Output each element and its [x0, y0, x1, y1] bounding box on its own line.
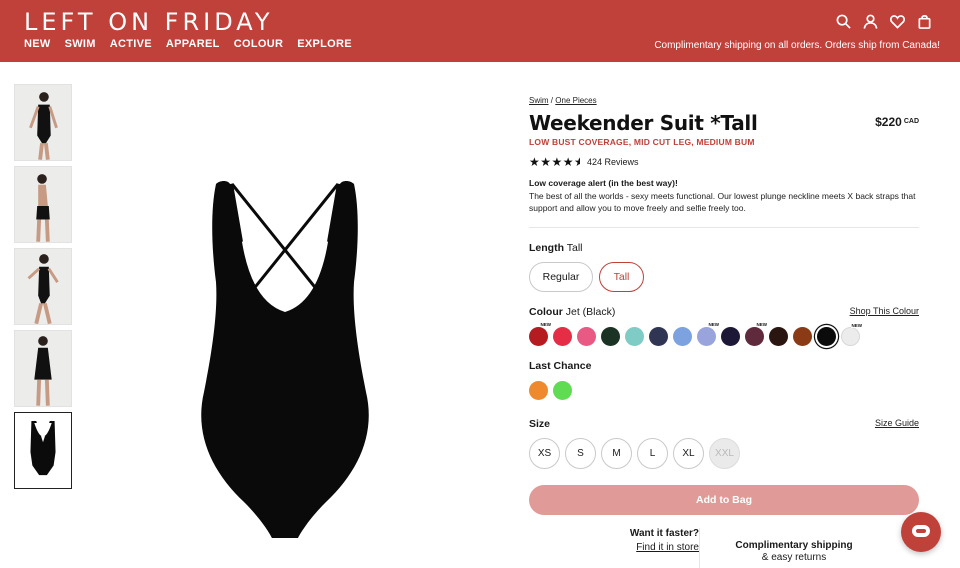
colour-header: Colour Jet (Black) Shop This Colour — [529, 306, 919, 318]
colour-swatch[interactable] — [649, 327, 668, 346]
title-row: Weekender Suit *Tall $220 CAD — [529, 111, 919, 135]
size-label: Size — [529, 418, 551, 430]
nav-item-swim[interactable]: SWIM — [65, 38, 96, 50]
divider — [529, 227, 919, 228]
thumbnail-5-selected[interactable] — [14, 412, 72, 489]
thumbnail-2[interactable] — [14, 166, 72, 243]
find-in-store: Want it faster? Find it in store — [529, 528, 699, 553]
breadcrumb-one-pieces[interactable]: One Pieces — [555, 96, 596, 105]
thumbnail-3[interactable] — [14, 248, 72, 325]
last-chance-swatch[interactable] — [529, 381, 548, 400]
nav-item-apparel[interactable]: APPAREL — [166, 38, 220, 50]
last-chance-swatch[interactable] — [553, 381, 572, 400]
shipping-title: Complimentary shipping — [735, 540, 853, 551]
product-info: Swim / One Pieces Weekender Suit *Tall $… — [529, 96, 919, 515]
find-in-store-link[interactable]: Find it in store — [529, 542, 699, 553]
colour-label: Colour Jet (Black) — [529, 306, 615, 318]
main-nav: NEW SWIM ACTIVE APPAREL COLOUR EXPLORE — [24, 38, 352, 50]
product-coverage: LOW BUST COVERAGE, MID CUT LEG, MEDIUM B… — [529, 137, 755, 147]
coverage-alert: Low coverage alert (in the best way)! — [529, 178, 678, 188]
thumbnail-gallery — [14, 84, 74, 494]
nav-item-colour[interactable]: COLOUR — [234, 38, 283, 50]
last-chance-swatches — [529, 381, 919, 400]
colour-swatch[interactable] — [769, 327, 788, 346]
size-option-xs[interactable]: XS — [529, 438, 560, 469]
colour-value: Jet (Black) — [565, 306, 616, 318]
colour-swatch[interactable]: NEW — [841, 323, 863, 346]
bag-icon[interactable] — [917, 14, 932, 29]
price-value: $220 — [875, 115, 902, 129]
length-label: Length Tall — [529, 242, 919, 254]
size-option-s[interactable]: S — [565, 438, 596, 469]
size-header: Size Size Guide — [529, 418, 919, 430]
size-option-xl[interactable]: XL — [673, 438, 704, 469]
length-option-regular[interactable]: Regular — [529, 262, 593, 292]
shop-this-colour-link[interactable]: Shop This Colour — [850, 306, 919, 318]
colour-swatches: NEW NEW NEW NEW — [529, 322, 919, 346]
length-label-text: Length — [529, 242, 564, 254]
colour-swatch[interactable] — [625, 327, 644, 346]
size-option-m[interactable]: M — [601, 438, 632, 469]
chat-button[interactable] — [901, 512, 941, 552]
colour-label-text: Colour — [529, 306, 563, 318]
price-currency: CAD — [903, 118, 919, 125]
breadcrumb-separator: / — [550, 96, 554, 105]
thumbnail-4[interactable] — [14, 330, 72, 407]
logo[interactable]: LEFT ON FRIDAY — [24, 8, 274, 36]
site-header: LEFT ON FRIDAY NEW SWIM ACTIVE APPAREL C… — [0, 0, 960, 62]
returns-text: & easy returns — [761, 552, 827, 563]
new-badge: NEW — [707, 322, 720, 327]
thumbnail-1[interactable] — [14, 84, 72, 161]
colour-swatch[interactable]: NEW — [697, 322, 720, 346]
size-option-l[interactable]: L — [637, 438, 668, 469]
new-badge: NEW — [539, 322, 552, 327]
shipping-info: Complimentary shipping & easy returns — [719, 540, 869, 563]
star-rating-icon: ★★★★★ — [529, 155, 581, 169]
account-icon[interactable] — [863, 14, 878, 29]
colour-swatch[interactable] — [721, 327, 740, 346]
chat-icon — [912, 525, 930, 537]
length-option-tall[interactable]: Tall — [599, 262, 644, 292]
size-guide-link[interactable]: Size Guide — [875, 418, 919, 430]
length-options: Regular Tall — [529, 262, 919, 292]
breadcrumb: Swim / One Pieces — [529, 96, 919, 105]
delivery-divider — [699, 528, 700, 568]
colour-swatch[interactable]: NEW — [745, 322, 768, 346]
rating-summary[interactable]: ★★★★★ 424 Reviews — [529, 155, 919, 169]
new-badge: NEW — [755, 322, 768, 327]
colour-swatch[interactable] — [793, 327, 812, 346]
nav-item-new[interactable]: NEW — [24, 38, 51, 50]
add-to-bag-button[interactable]: Add to Bag — [529, 485, 919, 515]
product-price: $220 CAD — [875, 115, 919, 129]
nav-item-active[interactable]: ACTIVE — [110, 38, 152, 50]
colour-swatch[interactable] — [577, 327, 596, 346]
colour-swatch[interactable] — [817, 327, 836, 346]
colour-swatch[interactable]: NEW — [529, 322, 552, 346]
product-description: The best of all the worlds - sexy meets … — [529, 191, 916, 213]
delivery-info: Want it faster? Find it in store Complim… — [529, 528, 919, 568]
colour-swatch[interactable] — [673, 327, 692, 346]
breadcrumb-swim[interactable]: Swim — [529, 96, 549, 105]
length-value: Tall — [566, 242, 583, 254]
size-option-xxl[interactable]: XXL — [709, 438, 740, 469]
nav-item-explore[interactable]: EXPLORE — [297, 38, 352, 50]
review-count: 424 Reviews — [587, 157, 639, 167]
main-product-image — [201, 181, 369, 538]
want-faster-text: Want it faster? — [629, 528, 699, 539]
size-options: XS S M L XL XXL — [529, 438, 919, 469]
promo-banner: Complimentary shipping on all orders. Or… — [654, 40, 940, 51]
new-badge: NEW — [850, 323, 863, 328]
colour-swatch[interactable] — [553, 327, 572, 346]
colour-swatch[interactable] — [601, 327, 620, 346]
product-title: Weekender Suit *Tall — [529, 111, 758, 135]
search-icon[interactable] — [836, 14, 851, 29]
wishlist-icon[interactable] — [890, 14, 905, 29]
header-icons — [836, 14, 932, 29]
last-chance-label: Last Chance — [529, 360, 592, 372]
